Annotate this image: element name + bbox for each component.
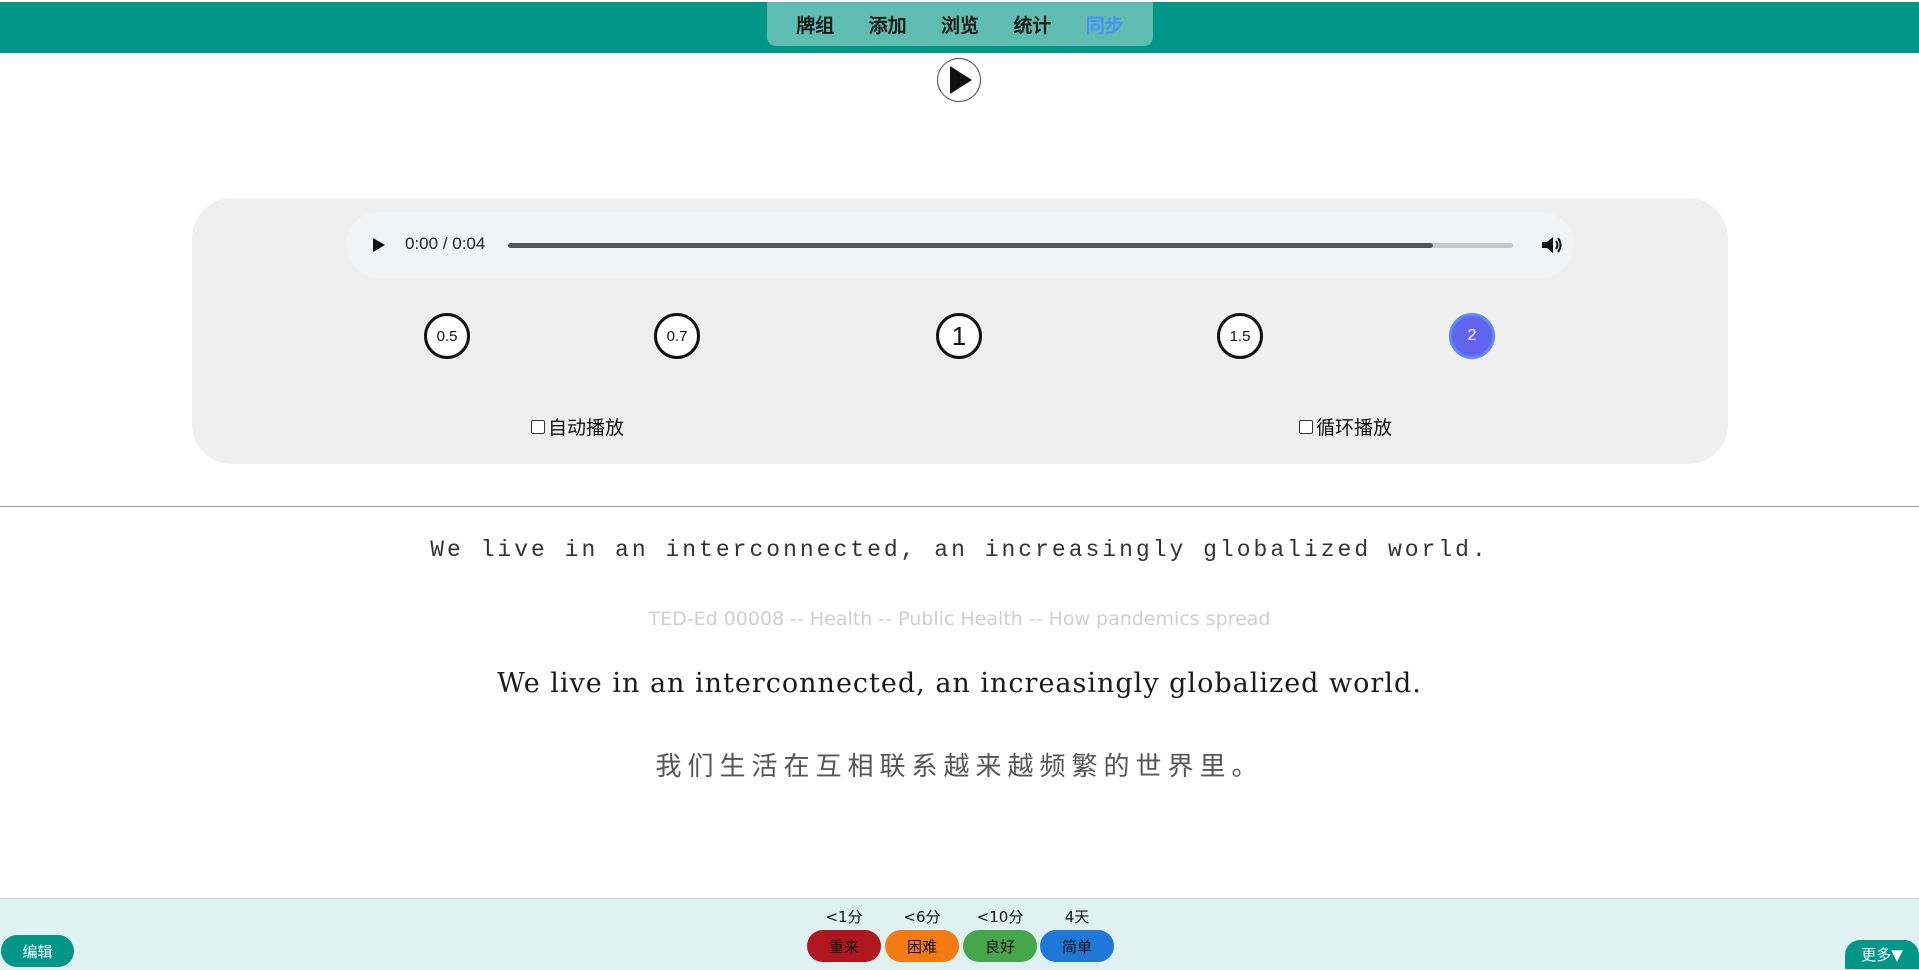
audio-seek-progress (508, 243, 1433, 248)
interval-hard: <6分 (903, 908, 941, 926)
tab-add[interactable]: 添加 (869, 11, 907, 38)
nav-tabs: 牌组 添加 浏览 统计 同步 (767, 2, 1153, 46)
autoplay-label: 自动播放 (548, 417, 625, 439)
speed-button-0.5[interactable]: 0.5 (424, 313, 470, 359)
easy-button[interactable]: 简单 (1040, 930, 1114, 962)
autoplay-checkbox[interactable]: 自动播放 (531, 413, 624, 440)
tab-sync[interactable]: 同步 (1086, 11, 1124, 38)
edit-button[interactable]: 编辑 (1, 935, 74, 967)
divider (0, 506, 1919, 507)
more-button[interactable]: 更多▼ (1845, 940, 1919, 969)
interval-easy: 4天 (1064, 908, 1090, 926)
autoplay-checkbox-box[interactable] (531, 419, 545, 434)
speed-button-1[interactable]: 1 (936, 313, 982, 359)
sentence-monospace: We live in an interconnected, an increas… (430, 537, 1489, 563)
again-button[interactable]: 重来 (807, 930, 881, 962)
source-tag: TED-Ed 00008 -- Health -- Public Health … (648, 608, 1271, 630)
good-button[interactable]: 良好 (963, 930, 1037, 962)
audio-play-icon[interactable] (372, 237, 386, 253)
speed-button-2[interactable]: 2 (1449, 313, 1495, 359)
sentence-chinese: 我们生活在互相联系越来越频繁的世界里。 (655, 752, 1264, 782)
speed-button-1.5[interactable]: 1.5 (1217, 313, 1263, 359)
tab-browse[interactable]: 浏览 (941, 11, 979, 38)
loop-label: 循环播放 (1316, 417, 1393, 439)
speed-button-0.7[interactable]: 0.7 (654, 313, 700, 359)
interval-good: <10分 (976, 908, 1024, 926)
play-icon (950, 66, 972, 94)
interval-again: <1分 (825, 908, 863, 926)
audio-time: 0:00 / 0:04 (405, 234, 486, 253)
volume-icon[interactable] (1541, 235, 1563, 255)
hard-button[interactable]: 困难 (885, 930, 959, 962)
audio-seek-bar[interactable] (508, 243, 1513, 248)
tab-stats[interactable]: 统计 (1013, 11, 1051, 38)
tab-decks[interactable]: 牌组 (796, 11, 834, 38)
sentence-english: We live in an interconnected, an increas… (497, 668, 1422, 699)
answer-bar (0, 898, 1919, 970)
replay-audio-button[interactable] (937, 58, 981, 102)
loop-checkbox-box[interactable] (1299, 419, 1313, 434)
loop-checkbox[interactable]: 循环播放 (1299, 413, 1392, 440)
